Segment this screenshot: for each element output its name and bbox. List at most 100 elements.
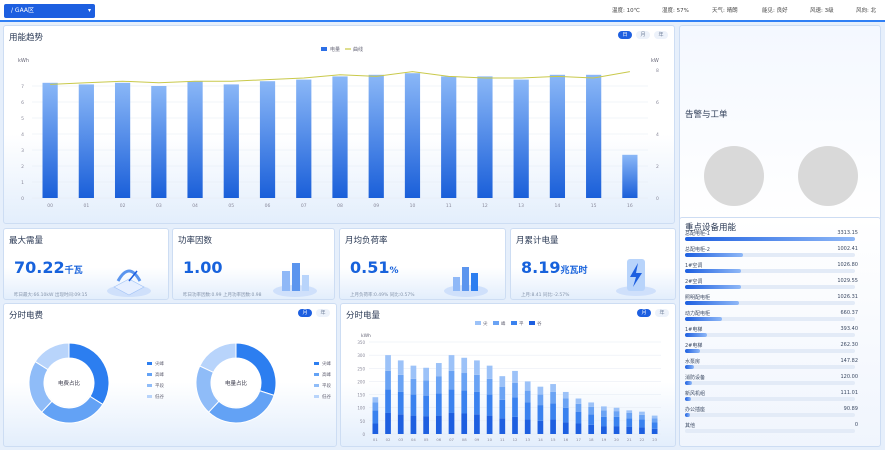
- ranking-item[interactable]: 2#空调 1029.55: [685, 278, 858, 292]
- tou-energy-bar-segment[interactable]: [423, 380, 429, 396]
- trend-bar[interactable]: [78, 84, 94, 198]
- tou-energy-bar-segment[interactable]: [626, 412, 633, 419]
- tou-energy-bar-segment[interactable]: [499, 418, 506, 434]
- tou-energy-bar-segment[interactable]: [397, 391, 404, 415]
- ranking-item[interactable]: 办公插座 90.89: [685, 406, 858, 420]
- tou-energy-bar-segment[interactable]: [448, 389, 455, 413]
- tou-energy-bar-segment[interactable]: [397, 414, 404, 434]
- trend-bar[interactable]: [404, 73, 421, 198]
- tou-energy-bar-segment[interactable]: [474, 374, 480, 392]
- trend-bar[interactable]: [259, 81, 276, 198]
- tou-energy-bar-segment[interactable]: [423, 367, 429, 381]
- tou-energy-bar-segment[interactable]: [626, 426, 633, 434]
- tou-energy-bar-segment[interactable]: [435, 393, 442, 416]
- trend-bar[interactable]: [114, 82, 131, 198]
- tou-energy-bar-segment[interactable]: [512, 416, 518, 434]
- ranking-item[interactable]: 水泵房 147.82: [685, 358, 858, 372]
- tou-energy-bar-segment[interactable]: [435, 415, 442, 434]
- tou-energy-bar-segment[interactable]: [575, 411, 582, 424]
- tou-energy-bar-segment[interactable]: [639, 414, 645, 420]
- tou-energy-bar-segment[interactable]: [435, 363, 442, 377]
- tou-energy-bar-segment[interactable]: [524, 419, 531, 434]
- trend-bar[interactable]: [296, 79, 312, 198]
- ranking-item[interactable]: 其他 0: [685, 422, 858, 436]
- tou-energy-bar-segment[interactable]: [486, 415, 493, 434]
- tou-energy-bar-segment[interactable]: [550, 419, 556, 434]
- tou-energy-bar-segment[interactable]: [461, 373, 468, 391]
- tou-energy-bar-segment[interactable]: [537, 394, 544, 406]
- tou-energy-bar-segment[interactable]: [423, 395, 429, 417]
- tou-energy-bar-segment[interactable]: [613, 411, 620, 417]
- tou-energy-bar-segment[interactable]: [461, 357, 468, 374]
- tou-energy-bar-segment[interactable]: [613, 426, 620, 434]
- tou-energy-bar-segment[interactable]: [423, 416, 429, 434]
- tou-energy-bar-segment[interactable]: [639, 419, 645, 428]
- tou-energy-bar-segment[interactable]: [613, 407, 620, 412]
- ranking-item[interactable]: 照明配电柜 1026.31: [685, 294, 858, 308]
- tou-energy-bar-segment[interactable]: [562, 391, 569, 399]
- tou-energy-bar-segment[interactable]: [385, 355, 391, 371]
- ranking-item[interactable]: 新风机组 111.01: [685, 390, 858, 404]
- tou-energy-bar-segment[interactable]: [372, 402, 379, 411]
- tou-energy-bar-segment[interactable]: [448, 370, 455, 390]
- tou-energy-bar-segment[interactable]: [372, 397, 379, 403]
- tou-energy-bar-segment[interactable]: [397, 374, 404, 392]
- trend-bar[interactable]: [42, 82, 58, 198]
- ranking-item[interactable]: 1#空调 1026.80: [685, 262, 858, 276]
- trend-bar[interactable]: [622, 154, 638, 198]
- trend-bar[interactable]: [513, 79, 529, 198]
- trend-bar[interactable]: [332, 76, 348, 198]
- tou-energy-bar-segment[interactable]: [512, 382, 518, 398]
- tou-energy-bar-segment[interactable]: [385, 370, 391, 390]
- tou-energy-bar-segment[interactable]: [397, 360, 404, 375]
- trend-bar[interactable]: [187, 81, 203, 198]
- tou-energy-bar-segment[interactable]: [601, 406, 607, 411]
- trend-bar[interactable]: [223, 84, 239, 198]
- tou-energy-bar-segment[interactable]: [461, 390, 468, 414]
- tou-energy-bar-segment[interactable]: [486, 378, 493, 395]
- tou-energy-bar-segment[interactable]: [372, 410, 379, 424]
- trend-bar[interactable]: [368, 74, 384, 198]
- tou-energy-bar-segment[interactable]: [524, 402, 531, 420]
- tou-energy-bar-segment[interactable]: [410, 415, 417, 434]
- tou-energy-bar-segment[interactable]: [524, 390, 531, 403]
- tou-energy-bar-segment[interactable]: [486, 365, 493, 379]
- tou-energy-bar-segment[interactable]: [601, 416, 607, 427]
- tou-energy-bar-segment[interactable]: [550, 403, 556, 420]
- tou-energy-bar-segment[interactable]: [486, 394, 493, 416]
- trend-bar[interactable]: [549, 74, 566, 198]
- ranking-item[interactable]: 总配电柜-2 1002.41: [685, 246, 858, 260]
- tou-energy-bar-segment[interactable]: [410, 394, 417, 416]
- tou-energy-bar-segment[interactable]: [499, 386, 506, 400]
- tou-energy-bar-segment[interactable]: [435, 376, 442, 394]
- tou-energy-bar-segment[interactable]: [410, 365, 417, 379]
- tou-energy-bar-segment[interactable]: [651, 422, 658, 429]
- tou-energy-bar-segment[interactable]: [537, 405, 544, 421]
- tou-energy-bar-segment[interactable]: [385, 412, 391, 434]
- tou-energy-bar-segment[interactable]: [410, 378, 417, 395]
- tou-energy-bar-segment[interactable]: [372, 423, 379, 434]
- tou-energy-bar-segment[interactable]: [537, 386, 544, 395]
- tou-energy-bar-segment[interactable]: [588, 414, 595, 425]
- area-selector[interactable]: / GAA区 ▾: [4, 4, 95, 18]
- tou-energy-bar-segment[interactable]: [601, 410, 607, 417]
- tou-energy-bar-segment[interactable]: [562, 407, 569, 423]
- tou-energy-bar-segment[interactable]: [461, 413, 468, 434]
- tou-energy-bar-segment[interactable]: [575, 398, 582, 404]
- tou-energy-bar-segment[interactable]: [562, 398, 569, 408]
- tou-energy-bar-segment[interactable]: [474, 360, 480, 375]
- ranking-item[interactable]: 动力配电柜 660.37: [685, 310, 858, 324]
- tou-energy-bar-segment[interactable]: [512, 370, 518, 383]
- tou-energy-bar-segment[interactable]: [562, 422, 569, 434]
- tou-energy-bar-segment[interactable]: [639, 427, 645, 434]
- tou-energy-bar-segment[interactable]: [588, 402, 595, 407]
- tou-energy-bar-segment[interactable]: [575, 423, 582, 434]
- ranking-item[interactable]: 消防设备 120.00: [685, 374, 858, 388]
- tou-energy-bar-segment[interactable]: [651, 415, 658, 419]
- tou-energy-bar-segment[interactable]: [385, 389, 391, 413]
- tou-energy-bar-segment[interactable]: [474, 414, 480, 434]
- tou-energy-bar-segment[interactable]: [588, 406, 595, 415]
- trend-bar[interactable]: [441, 76, 457, 198]
- tou-energy-bar-segment[interactable]: [588, 424, 595, 434]
- tou-energy-bar-segment[interactable]: [499, 399, 506, 419]
